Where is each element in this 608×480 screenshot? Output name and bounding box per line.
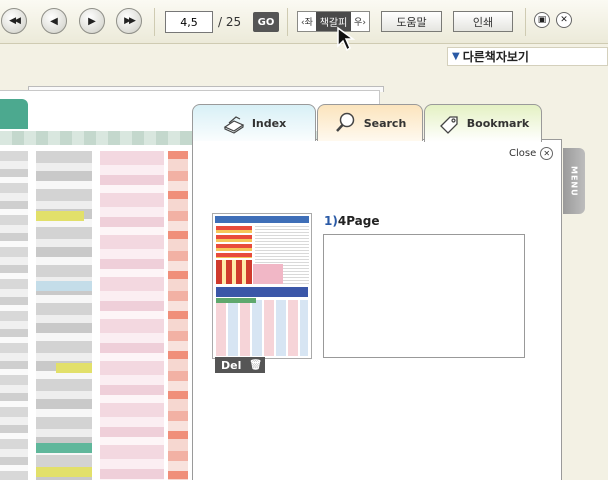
- toolbar-divider: [154, 8, 155, 36]
- bookmark-memo-box[interactable]: [323, 234, 525, 358]
- bookmark-title: 1)4Page: [324, 214, 380, 228]
- prev-page-button[interactable]: ◀: [41, 8, 67, 34]
- help-button[interactable]: 도움말: [381, 11, 442, 32]
- next-page-button[interactable]: ▶: [79, 8, 105, 34]
- left-arrow-icon: ◀: [50, 15, 58, 27]
- double-right-arrow-icon: ▶▶: [124, 16, 136, 26]
- bookmark-page-label: 4Page: [337, 214, 380, 228]
- toolbar-divider: [287, 8, 288, 36]
- tab-bookmark[interactable]: Bookmark: [424, 104, 542, 142]
- page-corner-tab: [0, 99, 28, 129]
- page-total: / 25: [218, 15, 242, 29]
- bookmark-nav-group: ‹좌 책갈피 우›: [297, 11, 370, 32]
- bookmark-index: 1): [324, 214, 338, 228]
- tab-index-label: Index: [251, 116, 287, 130]
- other-books-dropdown[interactable]: ▼ 다른책자보기: [447, 47, 608, 66]
- minimize-icon: ▣: [537, 15, 547, 25]
- menu-toggle-tab[interactable]: MENU: [563, 148, 585, 214]
- last-page-button[interactable]: ▶▶: [116, 8, 142, 34]
- close-panel-button[interactable]: Close ✕: [509, 147, 554, 160]
- menu-tab-label: MENU: [569, 165, 579, 197]
- page-number-input[interactable]: [165, 11, 213, 33]
- tab-index[interactable]: Index: [192, 104, 316, 141]
- triangle-down-icon: ▼: [452, 51, 460, 62]
- bookmark-prev-button[interactable]: ‹좌: [298, 12, 316, 31]
- minimize-button[interactable]: ▣: [534, 12, 550, 28]
- close-panel-label: Close: [509, 148, 537, 159]
- bookmark-delete-button[interactable]: Del 🗑: [215, 357, 265, 373]
- close-circle-icon: ✕: [540, 147, 554, 160]
- toolbar-divider: [525, 8, 526, 36]
- tab-search-label: Search: [363, 116, 407, 130]
- toolbar: ◀◀ ◀ ▶ ▶▶ / 25 GO ‹좌 책갈피 우› 도움말 인쇄 ▣ ✕: [0, 0, 608, 52]
- double-left-arrow-icon: ◀◀: [9, 16, 21, 26]
- mouse-cursor-icon: [337, 26, 356, 52]
- first-page-button[interactable]: ◀◀: [1, 8, 27, 34]
- delete-label: Del: [221, 358, 242, 372]
- magnifier-icon: [335, 112, 354, 132]
- bookmark-tag-icon: [439, 115, 458, 134]
- tab-bookmark-label: Bookmark: [466, 117, 530, 130]
- go-button[interactable]: GO: [253, 12, 279, 32]
- blurred-content: [0, 151, 192, 480]
- trash-icon: 🗑: [249, 359, 263, 371]
- tab-search[interactable]: Search: [317, 104, 423, 141]
- right-arrow-icon: ▶: [88, 15, 96, 27]
- bookmark-thumbnail[interactable]: [212, 213, 312, 359]
- close-window-button[interactable]: ✕: [556, 12, 572, 28]
- print-button[interactable]: 인쇄: [453, 11, 513, 32]
- close-icon: ✕: [560, 15, 568, 25]
- other-books-label: 다른책자보기: [462, 50, 529, 64]
- book-icon: [223, 116, 245, 134]
